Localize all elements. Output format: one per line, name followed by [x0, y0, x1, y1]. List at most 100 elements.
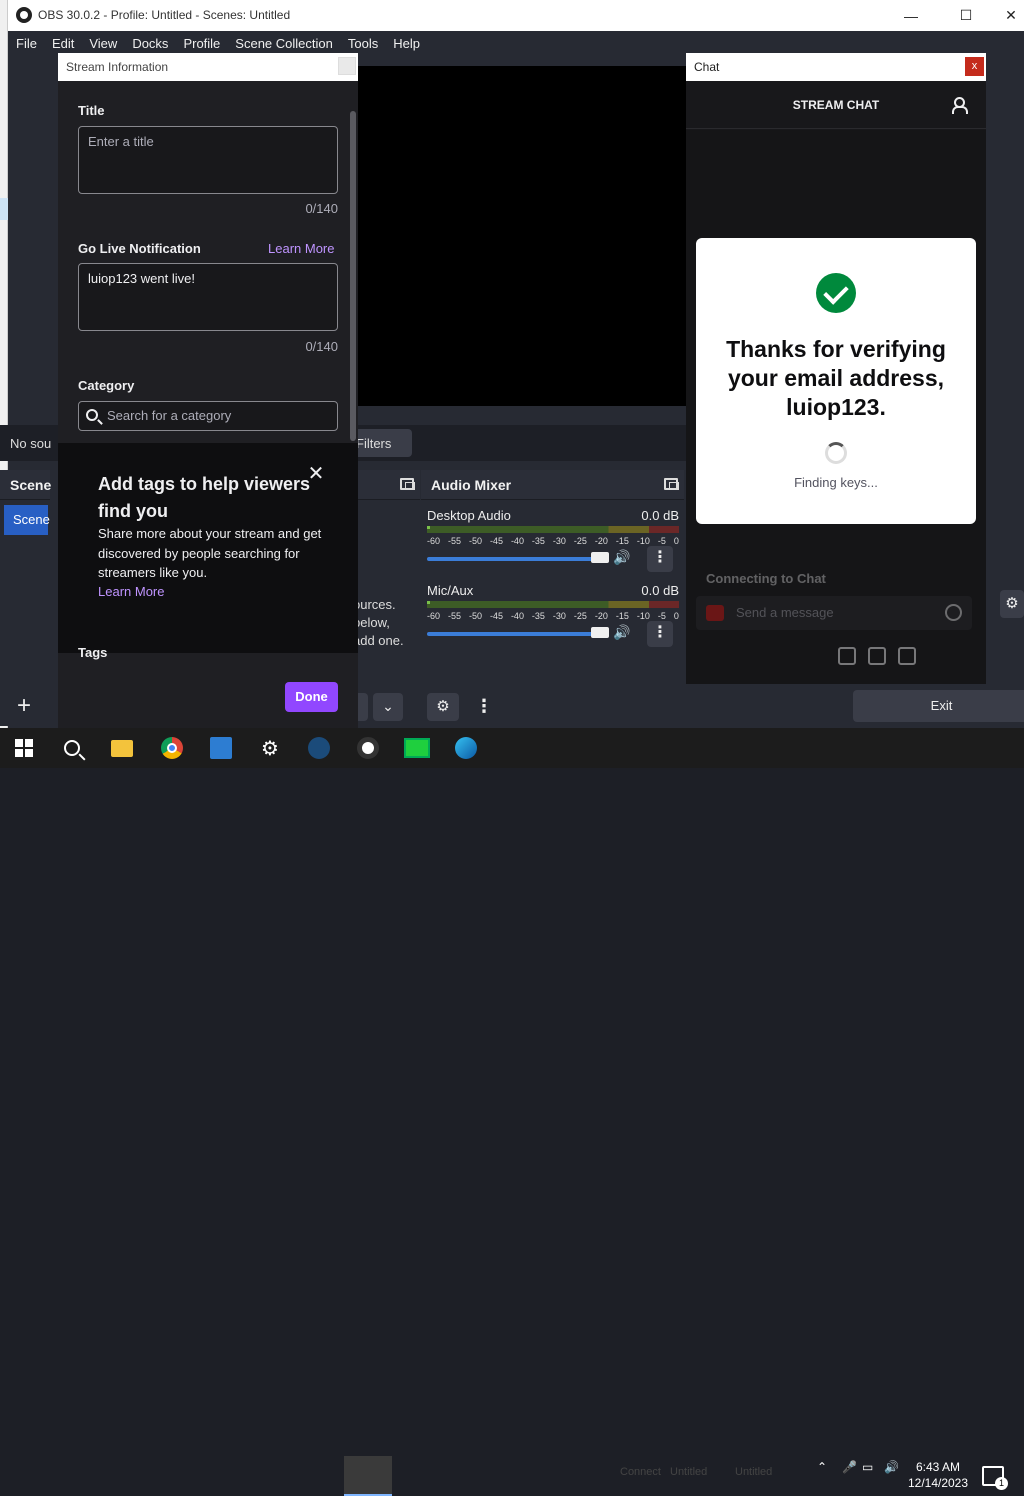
mixer-settings-gear-icon[interactable]: ⚙	[427, 693, 459, 721]
chat-action-icons	[838, 647, 928, 667]
tick: -25	[573, 611, 587, 621]
menu-tools[interactable]: Tools	[348, 36, 378, 51]
tick: -35	[531, 536, 545, 546]
scene-list-item[interactable]: Scene	[4, 505, 50, 535]
speaker-icon[interactable]: 🔊	[884, 1460, 899, 1474]
tick: -10	[636, 611, 650, 621]
menu-help[interactable]: Help	[393, 36, 420, 51]
volume-meter	[427, 601, 679, 608]
maximize-button[interactable]: ☐	[943, 0, 989, 31]
sources-hint: ources. pelow, add one.	[353, 596, 404, 650]
menu-profile[interactable]: Profile	[183, 36, 220, 51]
tick: -30	[552, 611, 566, 621]
undock-icon[interactable]	[400, 478, 415, 490]
chrome-icon[interactable]	[158, 734, 186, 762]
promo-learn-more-link[interactable]: Learn More	[98, 584, 164, 599]
tick: -20	[594, 536, 608, 546]
channel-db: 0.0 dB	[641, 508, 679, 523]
title-input[interactable]: Enter a title	[78, 126, 338, 194]
tick: -40	[510, 611, 524, 621]
search-icon[interactable]	[58, 734, 86, 762]
dialog-body: Title Enter a title 0/140 Go Live Notifi…	[58, 81, 358, 728]
no-source-label: No sou	[10, 436, 52, 451]
send-message-input[interactable]: Send a message	[696, 596, 972, 630]
gift-icon[interactable]	[868, 647, 886, 665]
menu-bar: File Edit View Docks Profile Scene Colle…	[8, 31, 1024, 55]
sources-hint-line: pelow,	[353, 615, 390, 630]
chat-title-bar: Chat x	[686, 53, 986, 81]
tick: -15	[615, 536, 629, 546]
volume-slider-handle[interactable]	[591, 552, 609, 563]
category-label: Category	[78, 378, 135, 393]
volume-peak	[427, 601, 430, 604]
faded-taskbar-text: Untitled	[670, 1466, 708, 1478]
volume-slider[interactable]	[427, 557, 599, 561]
emoji-icon[interactable]	[945, 604, 962, 621]
chat-close-button[interactable]: x	[965, 57, 984, 76]
loading-spinner-icon	[825, 442, 847, 464]
users-icon[interactable]	[952, 97, 970, 114]
audio-mixer-label: Audio Mixer	[431, 477, 512, 493]
volume-slider-handle[interactable]	[591, 627, 609, 638]
search-icon	[86, 409, 98, 421]
speaker-icon[interactable]: 🔊	[613, 624, 630, 641]
chevron-down-icon[interactable]: ⌄	[373, 693, 403, 721]
go-live-notification-label: Go Live Notification	[78, 241, 201, 256]
tick: -60	[427, 536, 441, 546]
settings-gear-icon[interactable]: ⚙	[256, 734, 284, 762]
faded-taskbar-text: Connect	[620, 1466, 661, 1478]
menu-view[interactable]: View	[89, 36, 117, 51]
clock-time: 6:43 AM	[915, 1460, 961, 1474]
notification-center-icon[interactable]	[982, 1466, 1008, 1490]
file-explorer-icon[interactable]	[108, 734, 136, 762]
exit-button[interactable]: Exit	[853, 690, 1024, 722]
category-search-input[interactable]: Search for a category	[78, 401, 338, 431]
done-button[interactable]: Done	[285, 682, 338, 712]
sources-hint-line: add one.	[353, 633, 404, 648]
tick: -50	[468, 611, 482, 621]
sources-hint-line: ources.	[353, 597, 396, 612]
editor-app-icon[interactable]	[207, 734, 235, 762]
tick: 0	[673, 536, 679, 546]
windows-start-icon[interactable]	[10, 734, 38, 762]
category-placeholder: Search for a category	[107, 408, 232, 423]
gear-icon[interactable]	[898, 647, 916, 665]
channel-db: 0.0 dB	[641, 583, 679, 598]
chevron-up-icon[interactable]: ⌃	[817, 1460, 827, 1474]
obs-taskbar-item[interactable]	[344, 1456, 392, 1496]
undock-icon[interactable]	[664, 478, 679, 490]
tick: -30	[552, 536, 566, 546]
dialog-title-bar: Stream Information	[58, 53, 358, 81]
steam-icon[interactable]	[305, 734, 333, 762]
microphone-icon[interactable]: 🎤	[842, 1460, 857, 1474]
monitor-app-icon[interactable]	[403, 734, 431, 762]
menu-docks[interactable]: Docks	[132, 36, 168, 51]
notification-learn-more-link[interactable]: Learn More	[268, 241, 334, 256]
clock[interactable]: 6:43 AM 12/14/2023	[905, 1459, 971, 1491]
preview-canvas[interactable]	[358, 66, 686, 406]
add-scene-button[interactable]: +	[10, 693, 38, 721]
tick: -5	[657, 536, 666, 546]
channel-name: Desktop Audio	[427, 508, 511, 523]
edge-icon[interactable]	[452, 734, 480, 762]
channel-menu-button[interactable]: ⋮	[647, 621, 673, 647]
notification-input[interactable]: luiop123 went live!	[78, 263, 338, 331]
stream-chat-header: STREAM CHAT	[686, 81, 986, 129]
menu-file[interactable]: File	[16, 36, 37, 51]
channel-menu-button[interactable]: ⋮	[647, 546, 673, 572]
network-icon[interactable]: ▭	[862, 1460, 873, 1474]
menu-scene-collection[interactable]: Scene Collection	[235, 36, 333, 51]
volume-slider[interactable]	[427, 632, 599, 636]
mixer-menu-button[interactable]: ⋮	[470, 693, 498, 721]
speaker-icon[interactable]: 🔊	[613, 549, 630, 566]
tick: -35	[531, 611, 545, 621]
settings-gear-icon[interactable]: ⚙	[1000, 590, 1024, 618]
title-label: Title	[78, 103, 105, 118]
title-bar: OBS 30.0.2 - Profile: Untitled - Scenes:…	[8, 0, 1024, 31]
minimize-button[interactable]: —	[888, 0, 934, 31]
close-button[interactable]: ✕	[988, 0, 1024, 31]
shield-icon[interactable]	[838, 647, 856, 665]
scrollbar[interactable]	[350, 111, 356, 441]
menu-edit[interactable]: Edit	[52, 36, 74, 51]
dialog-close-button[interactable]	[338, 57, 356, 75]
